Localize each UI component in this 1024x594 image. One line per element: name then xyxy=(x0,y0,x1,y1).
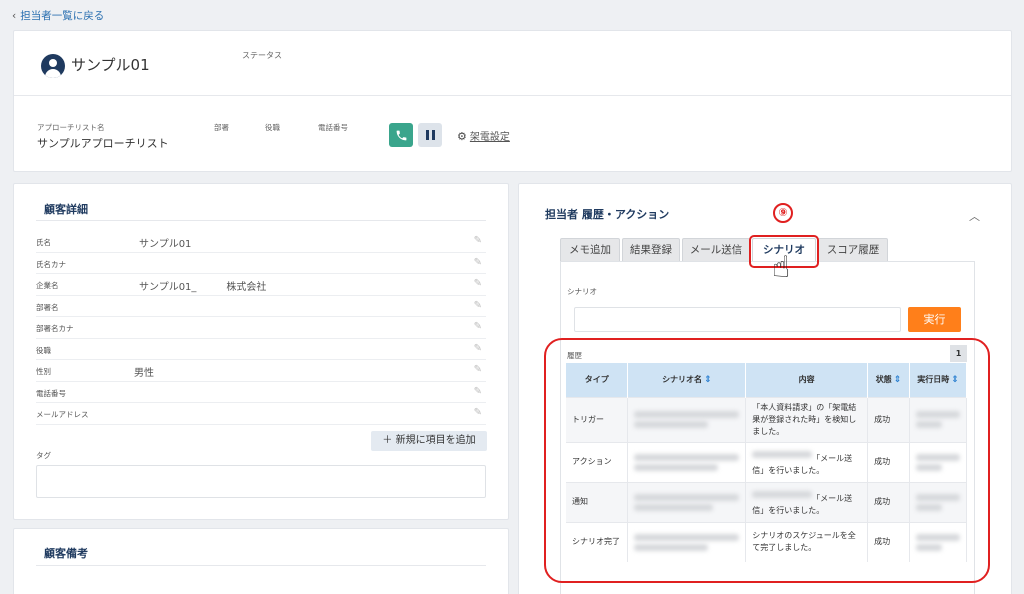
tab-mail-send[interactable]: メール送信 xyxy=(682,238,750,262)
edit-pencil-icon[interactable]: ✎ xyxy=(474,321,482,332)
edit-pencil-icon[interactable]: ✎ xyxy=(474,235,482,246)
detail-row-company: 企業名 サンプル01_ 株式会社 ✎ xyxy=(36,274,486,296)
tag-input[interactable] xyxy=(36,465,486,498)
highlight-history-box xyxy=(544,338,990,583)
step-number-badge: ⑨ xyxy=(773,203,793,223)
detail-row-email: メールアドレス ✎ xyxy=(36,403,486,425)
detail-row-name-kana: 氏名カナ ✎ xyxy=(36,253,486,274)
detail-row-dept: 部署名 ✎ xyxy=(36,296,486,317)
detail-row-dept-kana: 部署名カナ ✎ xyxy=(36,317,486,339)
detail-row-name: 氏名 サンプル01 ✎ xyxy=(36,231,486,253)
back-link-label: 担当者一覧に戻る xyxy=(20,10,105,22)
section-divider xyxy=(36,565,486,566)
chevron-up-icon[interactable]: ︿ xyxy=(969,208,980,224)
detail-row-phone: 電話番号 ✎ xyxy=(36,382,486,403)
status-label: ステータス xyxy=(242,51,282,60)
detail-row-gender: 性別 男性 ✎ xyxy=(36,360,486,382)
customer-memo-title: 顧客備考 xyxy=(44,547,88,560)
plus-icon: ＋ xyxy=(382,435,396,446)
history-title: 担当者 履歴・アクション xyxy=(545,208,670,221)
back-to-list-link[interactable]: ‹ 担当者一覧に戻る xyxy=(12,8,104,23)
edit-pencil-icon[interactable]: ✎ xyxy=(474,343,482,354)
scenario-select[interactable] xyxy=(574,307,901,332)
add-item-button[interactable]: ＋ 新規に項目を追加 xyxy=(371,431,487,451)
edit-pencil-icon[interactable]: ✎ xyxy=(474,300,482,311)
hand-pointer-icon: ☝ xyxy=(772,250,791,285)
detail-row-job-title: 役職 ✎ xyxy=(36,339,486,360)
tag-label: タグ xyxy=(36,451,51,460)
tab-memo-add[interactable]: メモ追加 xyxy=(560,238,620,262)
edit-pencil-icon[interactable]: ✎ xyxy=(474,278,482,289)
edit-pencil-icon[interactable]: ✎ xyxy=(474,386,482,397)
call-button[interactable] xyxy=(389,123,413,147)
header-divider xyxy=(14,95,1011,96)
contact-header-card: サンプル01 ステータス アプローチリスト名 サンプルアプローチリスト 部署 役… xyxy=(13,30,1012,172)
customer-detail-title: 顧客詳細 xyxy=(44,203,88,216)
tab-score-history[interactable]: スコア履歴 xyxy=(818,238,888,262)
tab-result-register[interactable]: 結果登録 xyxy=(622,238,680,262)
section-divider xyxy=(36,220,486,221)
approach-list-label: アプローチリスト名 xyxy=(37,123,105,132)
phone-icon xyxy=(396,130,406,140)
scenario-label: シナリオ xyxy=(567,287,597,296)
gear-icon: ⚙ xyxy=(457,130,467,143)
pause-icon xyxy=(425,130,429,140)
contact-name: サンプル01 xyxy=(71,56,150,74)
edit-pencil-icon[interactable]: ✎ xyxy=(474,364,482,375)
pause-button[interactable] xyxy=(418,123,442,147)
call-settings-link[interactable]: ⚙ 架電設定 xyxy=(457,128,510,143)
edit-pencil-icon[interactable]: ✎ xyxy=(474,407,482,418)
job-title-label: 役職 xyxy=(265,123,280,132)
customer-memo-card: 顧客備考 xyxy=(13,528,509,594)
edit-pencil-icon[interactable]: ✎ xyxy=(474,257,482,268)
approach-list-value: サンプルアプローチリスト xyxy=(37,137,169,150)
user-avatar-icon xyxy=(41,54,65,78)
chevron-left-icon: ‹ xyxy=(12,10,17,22)
call-settings-label: 架電設定 xyxy=(469,132,510,143)
run-button[interactable]: 実行 xyxy=(908,307,961,332)
customer-detail-card: 顧客詳細 氏名 サンプル01 ✎ 氏名カナ ✎ 企業名 サンプル01_ 株式会社 ✎ 部署… xyxy=(13,183,509,520)
phone-label: 電話番号 xyxy=(318,123,348,132)
dept-label: 部署 xyxy=(214,123,229,132)
